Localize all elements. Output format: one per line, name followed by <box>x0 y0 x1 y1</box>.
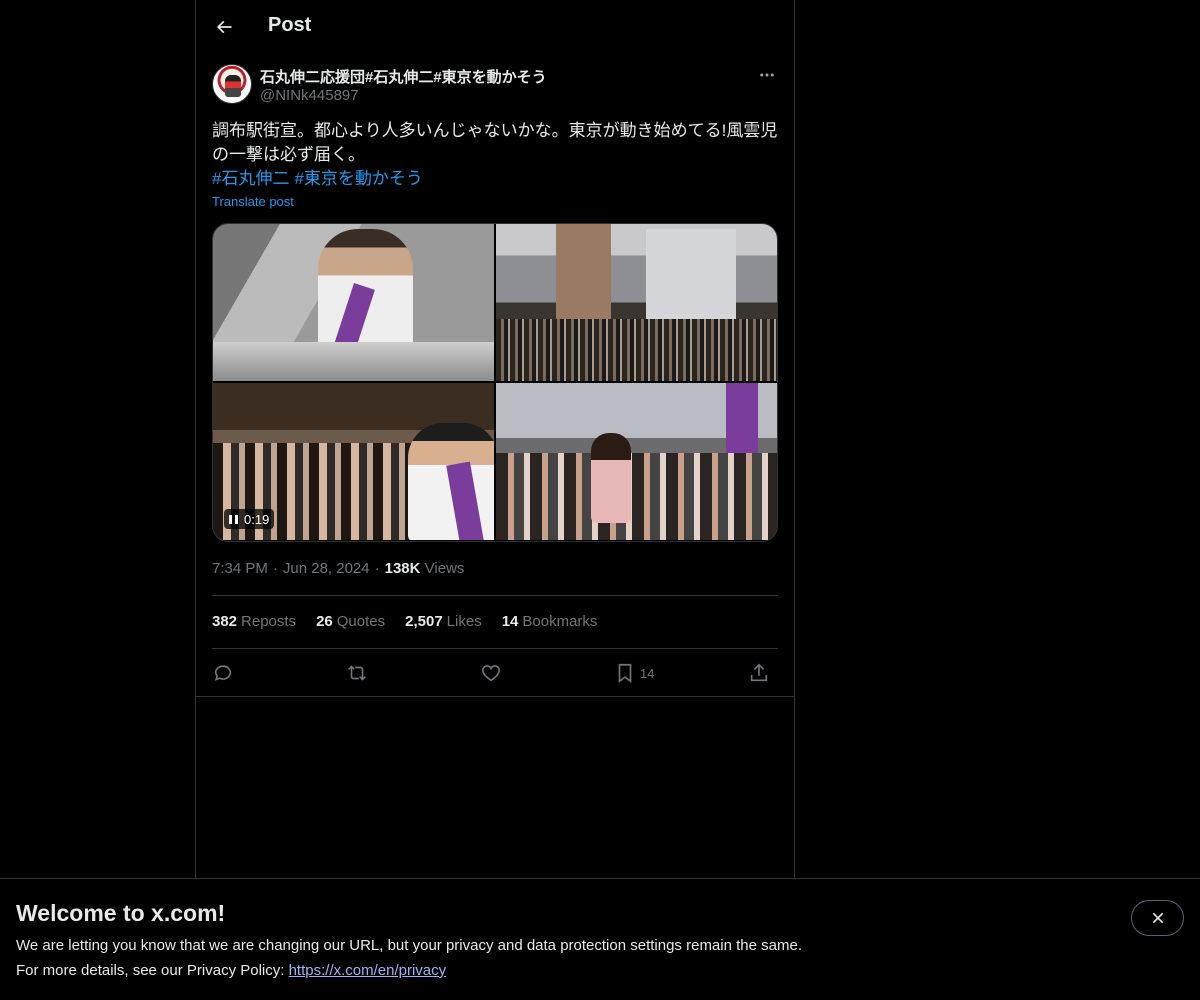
likes-stat[interactable]: 2,507 Likes <box>405 613 482 630</box>
reply-icon <box>214 665 232 681</box>
heart-icon <box>481 665 501 682</box>
banner-privacy-prefix: For more details, see our Privacy Policy… <box>16 962 289 979</box>
bookmark-button[interactable]: 14 <box>614 656 654 690</box>
video-duration-badge[interactable]: 0:19 <box>224 509 275 529</box>
divider <box>196 696 794 697</box>
views-label: Views <box>424 560 465 577</box>
media-grid: 0:19 <box>212 223 778 542</box>
share-icon <box>750 663 768 682</box>
post-stats: 382 Reposts 26 Quotes 2,507 Likes 14 Bookmar… <box>212 613 597 630</box>
post-hashtags: #石丸伸二 #東京を動かそう <box>212 167 428 191</box>
divider <box>212 648 778 649</box>
hashtag-link[interactable]: #東京を動かそう <box>294 169 422 188</box>
post-time[interactable]: 7:34 PM <box>212 560 268 577</box>
share-button[interactable] <box>748 656 770 690</box>
avatar[interactable] <box>212 64 252 104</box>
video-duration: 0:19 <box>244 511 270 527</box>
banner-privacy-line: For more details, see our Privacy Policy… <box>16 962 446 979</box>
media-image-speaker[interactable] <box>213 224 494 381</box>
reply-button[interactable] <box>212 656 234 690</box>
pause-icon <box>229 514 238 524</box>
reposts-stat[interactable]: 382 Reposts <box>212 613 296 630</box>
bookmark-count: 14 <box>640 665 655 681</box>
post-column: Post 石丸伸二応援団#石丸伸二#東京を動かそう @NINk445897 調布… <box>195 0 795 1000</box>
banner-close-button[interactable] <box>1131 900 1184 936</box>
quotes-stat[interactable]: 26 Quotes <box>316 613 385 630</box>
views-count: 138K <box>384 560 421 577</box>
banner-message: We are letting you know that we are chan… <box>16 937 802 954</box>
media-image-crowd-child[interactable] <box>496 383 777 540</box>
post-actions: 14 <box>212 656 778 690</box>
post-author: 石丸伸二応援団#石丸伸二#東京を動かそう @NINk445897 <box>212 64 778 108</box>
back-button[interactable] <box>208 11 240 43</box>
page-title: Post <box>268 14 312 36</box>
divider <box>212 595 778 596</box>
media-image-crowd-street[interactable] <box>496 224 777 381</box>
post-text: 調布駅街宣。都心より人多いんじゃないかな。東京が動き始めてる!風雲児の一撃は必ず… <box>212 121 778 164</box>
more-icon <box>760 73 774 77</box>
post-header: Post <box>196 0 794 54</box>
banner-title: Welcome to x.com! <box>16 900 226 926</box>
url-change-banner: Welcome to x.com! We are letting you kno… <box>0 878 1200 1000</box>
like-button[interactable] <box>480 656 502 690</box>
more-options-button[interactable] <box>756 64 778 86</box>
repost-icon <box>348 665 366 681</box>
bookmarks-stat[interactable]: 14 Bookmarks <box>502 613 598 630</box>
repost-button[interactable] <box>346 656 368 690</box>
post-metadata: 7:34 PM · Jun 28, 2024 · 138K Views <box>212 560 465 577</box>
privacy-policy-link[interactable]: https://x.com/en/privacy <box>289 962 447 979</box>
media-video[interactable]: 0:19 <box>213 383 494 540</box>
author-handle[interactable]: @NINk445897 <box>260 87 359 104</box>
hashtag-link[interactable]: #石丸伸二 <box>212 169 289 188</box>
translate-post-link[interactable]: Translate post <box>212 194 294 209</box>
arrow-left-icon <box>216 20 232 34</box>
bookmark-icon <box>618 663 632 683</box>
author-display-name[interactable]: 石丸伸二応援団#石丸伸二#東京を動かそう <box>260 66 547 87</box>
close-icon <box>1152 912 1163 924</box>
post-date[interactable]: Jun 28, 2024 <box>283 560 370 577</box>
